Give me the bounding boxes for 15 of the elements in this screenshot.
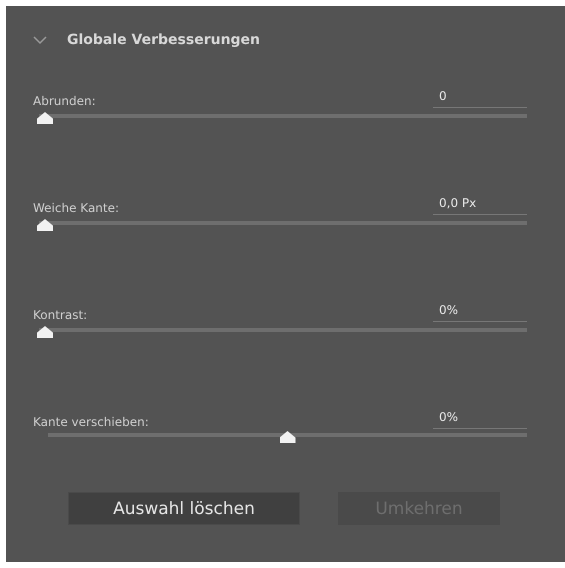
slider-label: Kontrast: (33, 308, 88, 322)
section-title: Globale Verbesserungen (67, 32, 260, 48)
slider-label: Kante verschieben: (33, 415, 149, 429)
value-field[interactable]: 0,0 Px (433, 196, 527, 215)
value-field[interactable]: 0% (433, 410, 527, 429)
chevron-icon[interactable] (33, 36, 47, 44)
slider-thumb[interactable] (280, 431, 296, 443)
slider-thumb[interactable] (37, 219, 53, 231)
slider-thumb[interactable] (37, 112, 53, 124)
slider-label: Abrunden: (33, 94, 96, 108)
slider-thumb[interactable] (37, 326, 53, 338)
value-field[interactable]: 0 (433, 89, 527, 108)
button[interactable]: Auswahl löschen (68, 492, 300, 525)
slider-label: Weiche Kante: (33, 201, 120, 215)
value-field[interactable]: 0% (433, 303, 527, 322)
